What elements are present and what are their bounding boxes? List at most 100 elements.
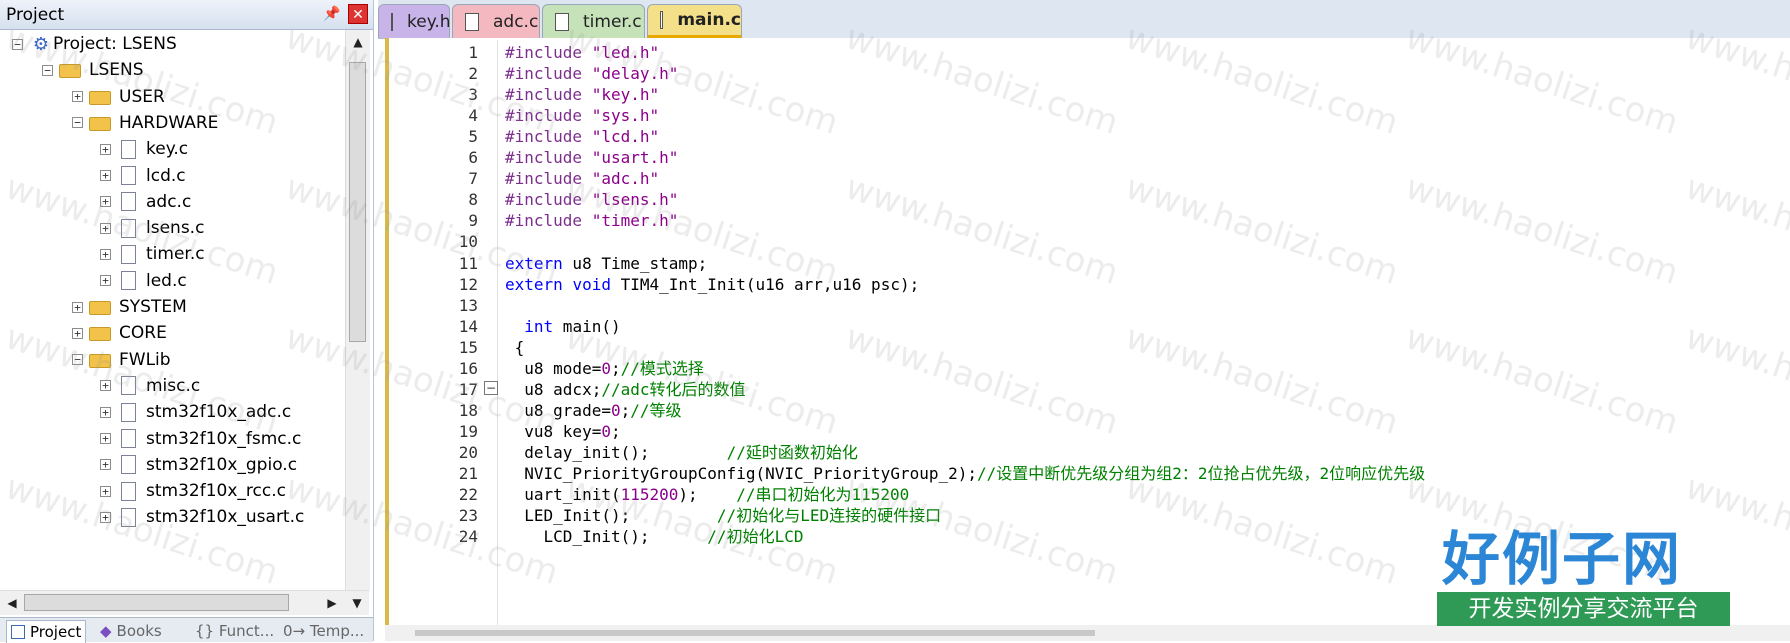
project-icon: ⚙ <box>32 33 50 55</box>
expand-plus-icon[interactable]: + <box>72 91 83 103</box>
code-token: int <box>524 316 554 336</box>
file-icon <box>391 12 393 31</box>
scroll-thumb[interactable] <box>24 594 289 611</box>
expand-plus-icon[interactable]: + <box>100 248 111 260</box>
code-token: u8 mode= <box>505 358 602 378</box>
expand-plus-icon[interactable]: + <box>100 485 111 497</box>
close-icon[interactable]: ✕ <box>348 4 368 24</box>
tab-project[interactable]: Project <box>6 620 87 643</box>
tree-item[interactable]: + SYSTEM <box>72 293 187 321</box>
code-token: delay_init(); <box>505 442 727 462</box>
tree-vertical-scrollbar[interactable]: ▲ <box>345 30 370 590</box>
tree-item[interactable]: − FWLib <box>72 346 171 374</box>
tree-item[interactable]: + stm32f10x_adc.c <box>100 398 291 426</box>
expand-plus-icon[interactable]: + <box>72 327 83 339</box>
scroll-left-icon[interactable]: ◀ <box>0 591 24 615</box>
scroll-up-icon[interactable]: ▲ <box>346 30 370 54</box>
file-icon <box>660 11 664 29</box>
code-token: "lcd.h" <box>591 127 660 147</box>
project-panel: Project 📌 ✕ − ⚙ Project: LSENS − LSENS + USER −… <box>0 0 374 643</box>
code-token: //等级 <box>630 400 682 420</box>
file-icon <box>121 376 136 396</box>
tree-item-label: stm32f10x_gpio.c <box>146 454 298 475</box>
expand-plus-icon[interactable]: + <box>72 301 83 313</box>
tree-item[interactable]: + key.c <box>100 135 188 163</box>
tree-item[interactable]: + adc.c <box>100 188 191 216</box>
code-token: "usart.h" <box>591 148 679 168</box>
tree-item[interactable]: + stm32f10x_gpio.c <box>100 451 297 479</box>
expand-plus-icon[interactable]: + <box>100 196 111 208</box>
tree-item[interactable]: + lsens.c <box>100 214 204 242</box>
code-token: "led.h" <box>591 43 660 62</box>
expand-plus-icon[interactable]: + <box>100 170 111 181</box>
tree-item[interactable]: + USER <box>72 83 165 111</box>
expand-plus-icon[interactable]: + <box>100 406 111 418</box>
file-icon <box>121 271 136 291</box>
code-line[interactable]: extern void TIM4_Int_Init(u16 arr,u16 ps… <box>505 273 919 297</box>
tree-item-label: CORE <box>119 323 167 344</box>
tree-item-label: stm32f10x_rcc.c <box>146 481 286 502</box>
tab-functions[interactable]: {} Funct... <box>195 620 274 642</box>
tree-item[interactable]: + timer.c <box>100 240 205 268</box>
tree-item[interactable]: + stm32f10x_usart.c <box>100 503 304 531</box>
collapse-minus-icon[interactable]: − <box>72 354 83 366</box>
file-icon <box>465 12 479 31</box>
tree-horizontal-scrollbar[interactable]: ◀ ▶ ▼ <box>0 590 369 615</box>
tree-item[interactable]: + led.c <box>100 267 187 295</box>
code-token: LED_Init(); <box>505 506 717 526</box>
file-icon <box>555 12 569 31</box>
tab-books[interactable]: ◆ Books <box>100 620 162 642</box>
collapse-minus-icon[interactable]: − <box>42 64 53 76</box>
collapse-minus-icon[interactable]: − <box>12 38 23 50</box>
folder-icon <box>89 327 111 342</box>
tree-item-label: lsens.c <box>146 218 205 239</box>
collapse-minus-icon[interactable]: − <box>72 117 83 129</box>
code-line[interactable]: LCD_Init(); //初始化LCD <box>505 525 804 549</box>
code-token: //adc转化后的数值 <box>601 379 746 399</box>
tree-item[interactable]: + stm32f10x_rcc.c <box>100 477 286 505</box>
code-token: //延时函数初始化 <box>726 442 858 462</box>
tree-item-label: FWLib <box>119 349 171 370</box>
tree-item[interactable]: + CORE <box>72 319 167 347</box>
file-icon <box>121 192 136 212</box>
file-tab[interactable]: key.h <box>378 4 451 38</box>
code-token: 0 <box>601 358 611 378</box>
collapse-minus-icon[interactable]: − <box>484 381 498 395</box>
pin-icon[interactable]: 📌 <box>321 4 343 24</box>
tree-item[interactable]: − ⚙ Project: LSENS <box>12 30 177 58</box>
code-token: ; <box>610 421 621 441</box>
expand-plus-icon[interactable]: + <box>100 433 111 444</box>
scroll-thumb[interactable] <box>349 62 366 342</box>
code-token: #include <box>505 190 592 210</box>
expand-plus-icon[interactable]: + <box>100 222 111 234</box>
expand-plus-icon[interactable]: + <box>100 275 111 287</box>
code-token: #include <box>505 106 592 126</box>
tree-item[interactable]: − HARDWARE <box>72 109 218 137</box>
tree-item-label: HARDWARE <box>119 112 219 133</box>
tree-item[interactable]: + stm32f10x_fsmc.c <box>100 425 301 453</box>
expand-plus-icon[interactable]: + <box>100 380 111 392</box>
tree-item-label: adc.c <box>146 191 192 212</box>
code-token: #include <box>505 85 592 105</box>
scroll-thumb[interactable] <box>415 630 1095 636</box>
tree-item-label: LSENS <box>89 60 144 81</box>
tree-item[interactable]: + misc.c <box>100 372 200 400</box>
scroll-down-icon[interactable]: ▼ <box>345 591 369 615</box>
expand-plus-icon[interactable]: + <box>100 143 111 155</box>
expand-plus-icon[interactable]: + <box>100 459 111 471</box>
code-token: { <box>505 337 525 357</box>
scroll-right-icon[interactable]: ▶ <box>320 591 344 615</box>
file-tab[interactable]: adc.c <box>452 4 540 38</box>
code-token: "delay.h" <box>591 64 679 84</box>
code-token: "adc.h" <box>591 169 660 189</box>
code-line[interactable]: #include "timer.h" <box>505 209 678 233</box>
tree-item-label: key.c <box>146 139 189 160</box>
file-tab[interactable]: main.c <box>647 4 742 38</box>
file-icon <box>121 402 136 422</box>
tab-templates[interactable]: 0→ Temp... <box>283 620 364 642</box>
expand-plus-icon[interactable]: + <box>100 511 111 523</box>
tree-item[interactable]: − LSENS <box>42 56 144 84</box>
file-tab[interactable]: timer.c <box>542 4 645 38</box>
tree-item[interactable]: + lcd.c <box>100 162 186 190</box>
tree-item-label: lcd.c <box>146 165 186 186</box>
